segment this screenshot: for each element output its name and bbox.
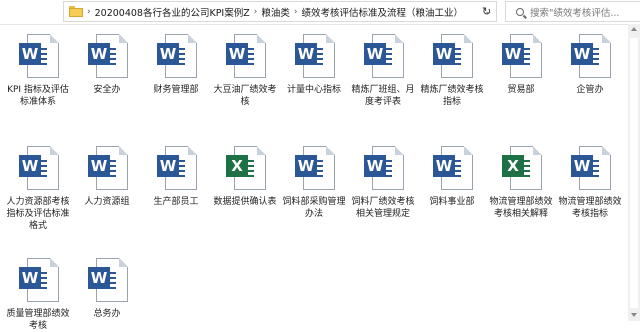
file-name: 财务管理部 bbox=[153, 85, 199, 95]
refresh-icon[interactable]: ↻ bbox=[482, 5, 491, 18]
file-name: 数据提供确认表 bbox=[213, 197, 277, 207]
file-grid: W KPI 指标及评估标准体系 W 安全办 W 财务管理部 W 大豆油厂绩效考核 W 计量中心指标… bbox=[0, 24, 628, 331]
word-file-icon: W bbox=[19, 146, 59, 190]
breadcrumb-chevron[interactable]: › bbox=[87, 7, 91, 17]
breadcrumb-current[interactable]: 绩效考核评估标准及流程（粮油工业） bbox=[301, 5, 463, 19]
word-file-icon: W bbox=[157, 146, 197, 190]
word-file-icon: W bbox=[88, 258, 128, 302]
search-input[interactable]: 搜索"绩效考核评估... bbox=[505, 1, 640, 22]
word-file-icon: W bbox=[19, 34, 59, 78]
word-file-icon: W bbox=[88, 34, 128, 78]
word-file-icon: W bbox=[571, 146, 611, 190]
folder-icon bbox=[69, 6, 83, 17]
scroll-thumb[interactable] bbox=[630, 38, 638, 308]
file-name: 人力资源组 bbox=[84, 197, 130, 207]
breadcrumb-root[interactable]: 20200408各行各业的公司KPI案例Z bbox=[95, 5, 250, 19]
file-name: 计量中心指标 bbox=[286, 85, 341, 95]
word-file-icon: W bbox=[19, 258, 59, 302]
file-name: 人力资源部考核指标及评估标准格式 bbox=[6, 197, 70, 231]
file-name: 总务办 bbox=[93, 309, 121, 319]
file-name: 饲料事业部 bbox=[429, 197, 475, 207]
file-name: 精炼厂绩效考核指标 bbox=[420, 85, 484, 107]
file-name: 大豆油厂绩效考核 bbox=[213, 85, 277, 107]
file-name: 生产部员工 bbox=[153, 197, 199, 207]
scroll-down-icon[interactable] bbox=[631, 313, 637, 317]
word-file-icon: W bbox=[433, 34, 473, 78]
excel-file-icon: X bbox=[502, 146, 542, 190]
word-file-icon: W bbox=[295, 34, 335, 78]
file-name: 企管办 bbox=[576, 85, 604, 95]
file-name: KPI 指标及评估标准体系 bbox=[7, 85, 69, 107]
file-name: 物流管理部绩效考核指标 bbox=[558, 197, 622, 219]
breadcrumb-separator[interactable]: › bbox=[294, 7, 298, 17]
word-file-icon: W bbox=[295, 146, 335, 190]
address-path[interactable]: › 20200408各行各业的公司KPI案例Z › 粮油类 › 绩效考核评估标准… bbox=[63, 1, 497, 22]
file-name: 饲料部采购管理办法 bbox=[282, 197, 346, 219]
word-file-icon: W bbox=[88, 146, 128, 190]
scroll-up-icon[interactable] bbox=[631, 27, 637, 31]
word-file-icon: W bbox=[364, 34, 404, 78]
word-file-icon: W bbox=[502, 34, 542, 78]
breadcrumb-category[interactable]: 粮油类 bbox=[261, 5, 290, 19]
file-name: 饲料厂绩效考核相关管理规定 bbox=[351, 197, 415, 219]
word-file-icon: W bbox=[433, 146, 473, 190]
word-file-icon: W bbox=[157, 34, 197, 78]
search-placeholder: 搜索"绩效考核评估... bbox=[530, 7, 620, 19]
word-file-icon: W bbox=[571, 34, 611, 78]
word-file-icon: W bbox=[226, 34, 266, 78]
file-name: 精炼厂班组、月度考评表 bbox=[351, 85, 415, 107]
file-name: 贸易部 bbox=[507, 85, 535, 95]
word-file-icon: W bbox=[364, 146, 404, 190]
address-bar: › 20200408各行各业的公司KPI案例Z › 粮油类 › 绩效考核评估标准… bbox=[0, 0, 640, 25]
breadcrumb-separator[interactable]: › bbox=[254, 7, 258, 17]
file-name: 质量管理部绩效考核 bbox=[6, 309, 70, 331]
file-name: 物流管理部绩效考核相关解释 bbox=[489, 197, 553, 219]
file-name: 安全办 bbox=[93, 85, 121, 95]
excel-file-icon: X bbox=[226, 146, 266, 190]
vertical-scrollbar[interactable] bbox=[628, 24, 640, 321]
search-icon bbox=[516, 7, 524, 16]
